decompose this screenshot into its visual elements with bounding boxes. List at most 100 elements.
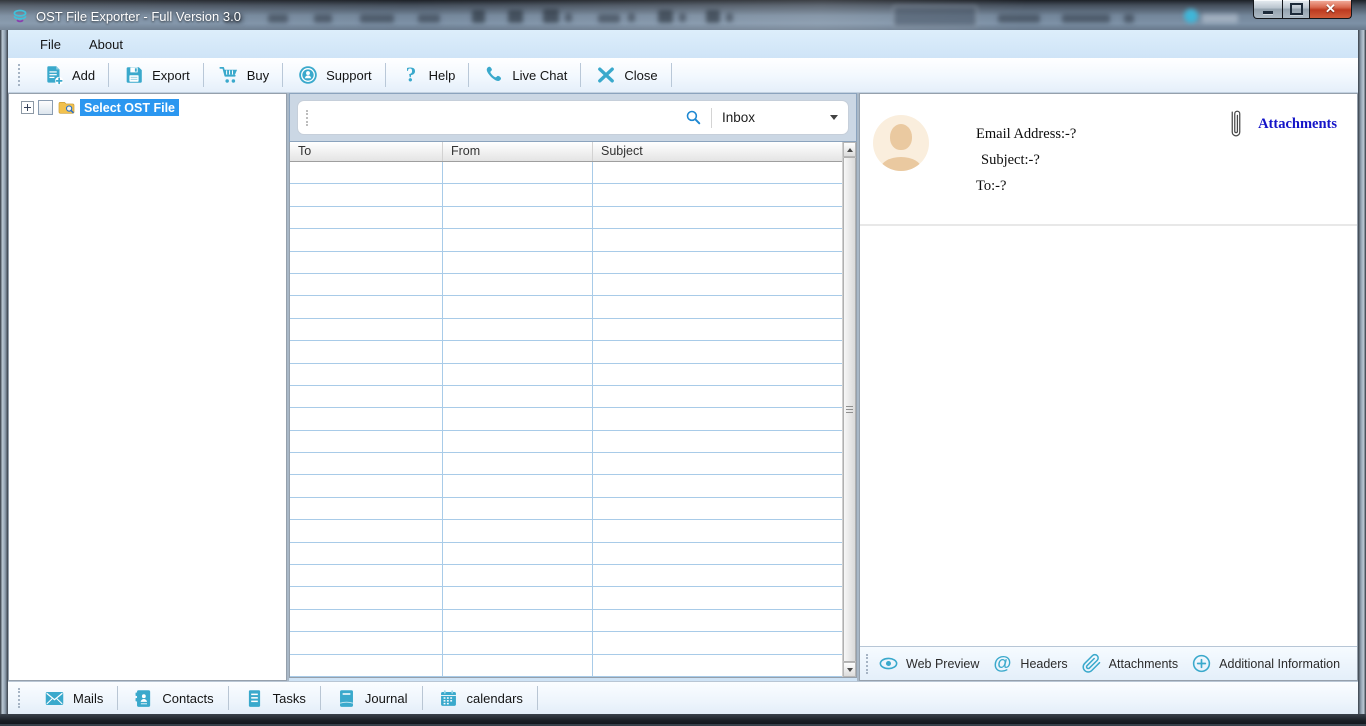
toolbar-button-buy[interactable]: Buy [204, 58, 283, 92]
tree-node-label[interactable]: Select OST File [80, 99, 179, 116]
tree-node-select-ost-file[interactable]: Select OST File [21, 98, 179, 117]
table-row[interactable] [290, 431, 843, 453]
toolbar-button-live-chat[interactable]: Live Chat [469, 58, 581, 92]
actions-grip[interactable] [866, 654, 868, 674]
table-cell-subject [593, 610, 843, 631]
tab-tasks[interactable]: Tasks [229, 682, 321, 714]
close-window-button[interactable]: ✕ [1310, 0, 1352, 19]
titlebar-ghost [1062, 14, 1110, 23]
title-bar: OST File Exporter - Full Version 3.0 ✕ [0, 0, 1366, 31]
table-row[interactable] [290, 587, 843, 609]
table-cell-subject [593, 162, 843, 183]
search-input[interactable] [316, 109, 676, 126]
maximize-button[interactable] [1283, 0, 1310, 19]
table-row[interactable] [290, 341, 843, 363]
action-attachments[interactable]: Attachments [1079, 653, 1189, 674]
menu-item-about[interactable]: About [77, 34, 135, 55]
table-cell-from [443, 498, 593, 519]
tab-mails[interactable]: Mails [29, 682, 118, 714]
table-row[interactable] [290, 475, 843, 497]
table-row[interactable] [290, 453, 843, 475]
clip-icon [1081, 653, 1102, 674]
tab-calendars[interactable]: calendars [423, 682, 538, 714]
envelope-icon [44, 688, 65, 709]
folder-tree-panel: Select OST File [8, 93, 287, 681]
table-row[interactable] [290, 229, 843, 251]
table-cell-from [443, 162, 593, 183]
attachments-header[interactable]: Attachments [1226, 107, 1337, 143]
table-row[interactable] [290, 296, 843, 318]
table-cell-from [443, 543, 593, 564]
tree-checkbox[interactable] [38, 100, 53, 115]
help-icon [400, 64, 422, 86]
table-row[interactable] [290, 386, 843, 408]
tab-contacts[interactable]: Contacts [118, 682, 228, 714]
toolbar-button-add[interactable]: Add [29, 58, 109, 92]
menu-item-file[interactable]: File [28, 34, 73, 55]
action-headers[interactable]: Headers [990, 653, 1078, 674]
searchbox-separator [711, 108, 712, 128]
minimize-button[interactable] [1253, 0, 1283, 19]
menu-bar: FileAbout [8, 30, 1358, 58]
table-cell-from [443, 184, 593, 205]
table-cell-from [443, 207, 593, 228]
table-row[interactable] [290, 632, 843, 654]
journal-icon [336, 688, 357, 709]
table-cell-from [443, 408, 593, 429]
table-cell-to [290, 520, 443, 541]
action-additional-information[interactable]: Additional Information [1189, 653, 1351, 674]
toolbar-button-close[interactable]: Close [581, 58, 671, 92]
table-cell-subject [593, 229, 843, 250]
table-row[interactable] [290, 520, 843, 542]
action-web-preview[interactable]: Web Preview [876, 653, 990, 674]
table-cell-from [443, 386, 593, 407]
toolbar-button-export[interactable]: Export [109, 58, 204, 92]
toolbar-button-support[interactable]: Support [283, 58, 386, 92]
scroll-down-button[interactable] [843, 662, 856, 677]
support-icon [297, 64, 319, 86]
table-row[interactable] [290, 184, 843, 206]
toolbar-button-help[interactable]: Help [386, 58, 470, 92]
column-header-from[interactable]: From [443, 142, 593, 161]
table-cell-subject [593, 498, 843, 519]
table-row[interactable] [290, 252, 843, 274]
table-row[interactable] [290, 565, 843, 587]
column-header-to[interactable]: To [290, 142, 443, 161]
titlebar-ghost [679, 13, 686, 22]
table-cell-to [290, 341, 443, 362]
table-row[interactable] [290, 655, 843, 677]
column-header-subject[interactable]: Subject [593, 142, 832, 161]
search-icon[interactable] [684, 108, 703, 127]
bottom-tab-bar: Mails Contacts Tasks Journal [8, 681, 1358, 714]
table-row[interactable] [290, 610, 843, 632]
table-cell-from [443, 655, 593, 676]
titlebar-ghost [706, 10, 720, 23]
table-cell-from [443, 453, 593, 474]
table-cell-subject [593, 520, 843, 541]
table-row[interactable] [290, 364, 843, 386]
avatar [873, 115, 929, 171]
folder-dropdown[interactable]: Inbox [722, 110, 840, 125]
preview-field-subject: Subject:-? [976, 152, 1076, 169]
tree-expander-icon[interactable] [21, 101, 34, 114]
table-row[interactable] [290, 319, 843, 341]
table-row[interactable] [290, 408, 843, 430]
toolbar-grip[interactable] [18, 64, 20, 86]
table-row[interactable] [290, 543, 843, 565]
table-cell-subject [593, 431, 843, 452]
table-row[interactable] [290, 162, 843, 184]
table-row[interactable] [290, 274, 843, 296]
table-cell-from [443, 364, 593, 385]
table-cell-subject [593, 296, 843, 317]
scroll-up-button[interactable] [843, 142, 856, 157]
at-icon [992, 653, 1013, 674]
tab-journal[interactable]: Journal [321, 682, 423, 714]
vertical-scrollbar[interactable] [842, 142, 856, 677]
tabbar-grip[interactable] [18, 688, 20, 708]
titlebar-ghost [658, 10, 673, 23]
scrollbar-thumb[interactable] [843, 157, 856, 662]
table-cell-to [290, 475, 443, 496]
attachments-link[interactable]: Attachments [1258, 116, 1337, 133]
table-row[interactable] [290, 207, 843, 229]
table-row[interactable] [290, 498, 843, 520]
